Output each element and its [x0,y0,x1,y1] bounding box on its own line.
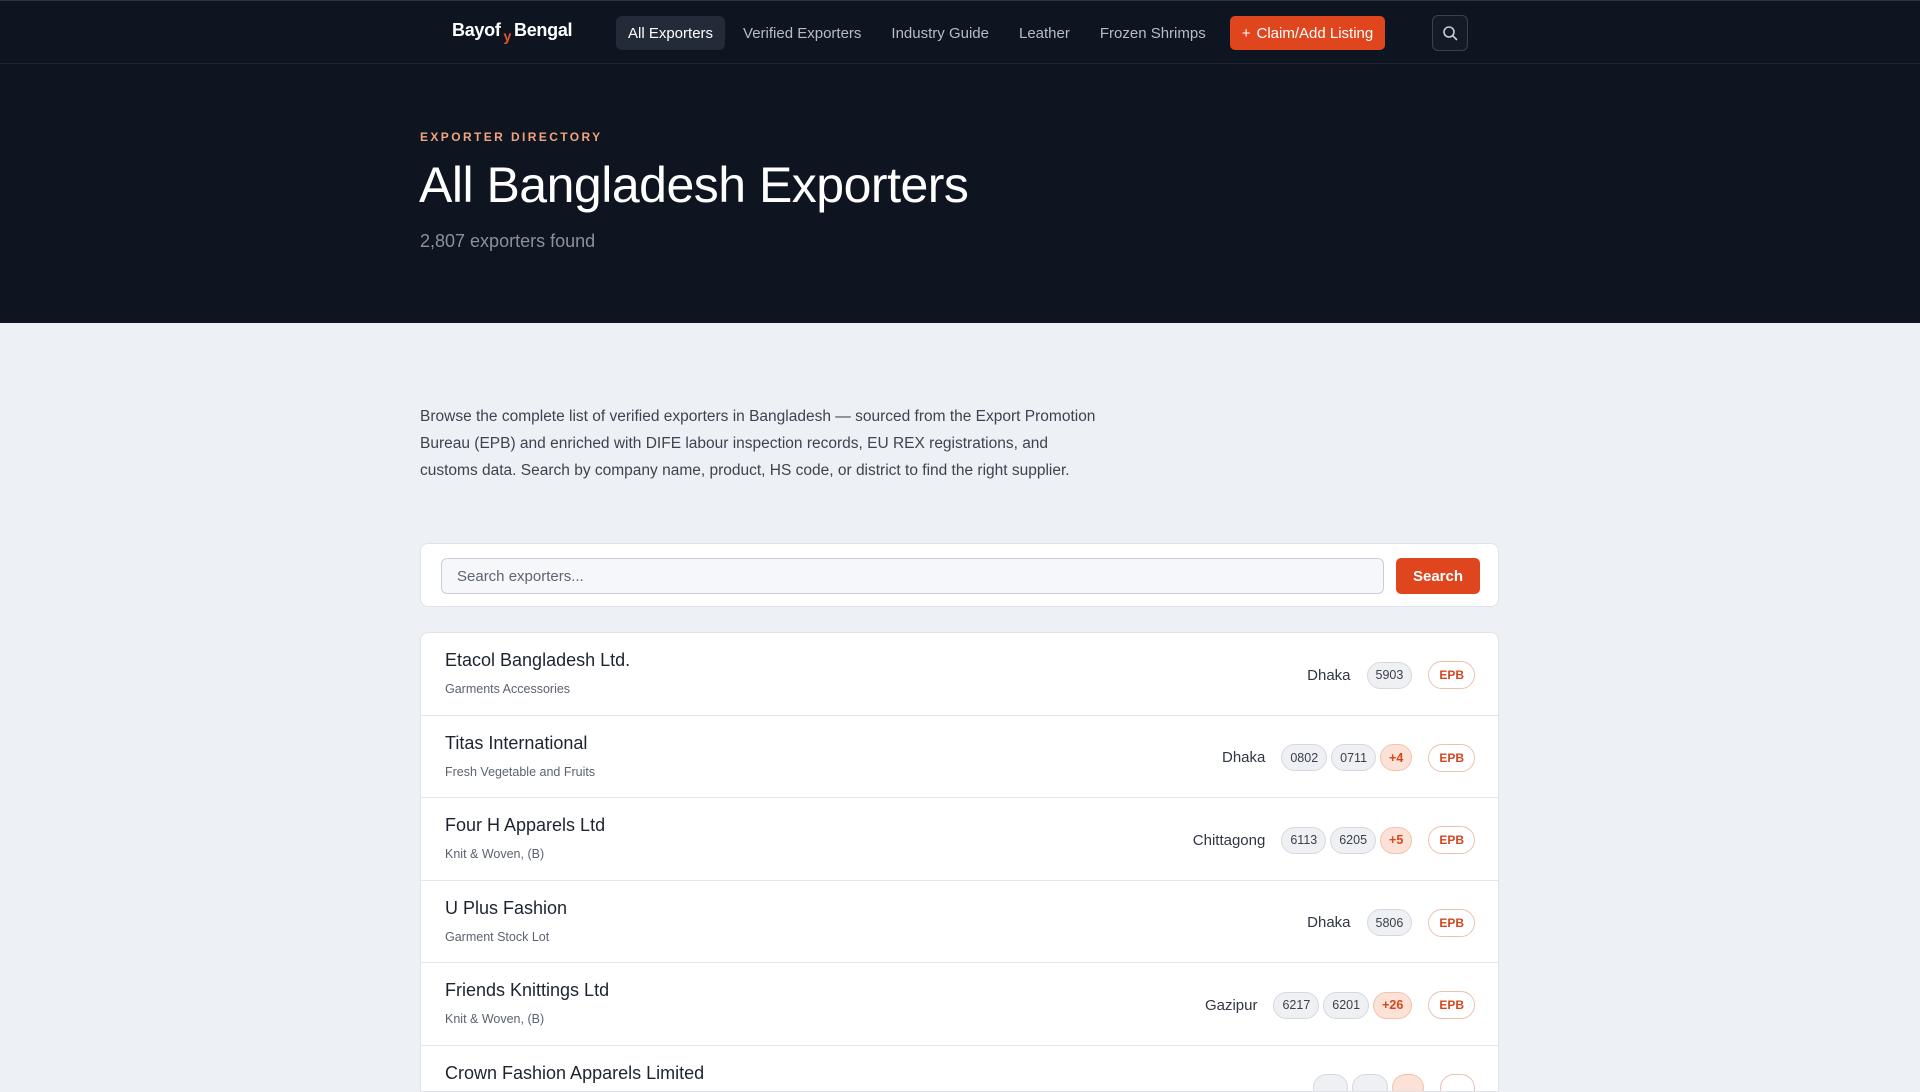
page-title: All Bangladesh Exporters [419,156,968,214]
exporter-district: Chittagong [1193,832,1266,849]
search-card: Search [420,543,1499,607]
exporter-category: Knit & Woven, (B) [445,847,544,861]
exporter-name[interactable]: Crown Fashion Apparels Limited [445,1063,704,1084]
search-button[interactable]: Search [1396,558,1480,594]
exporter-category: Garment Stock Lot [445,930,549,944]
nav-links: All Exporters Verified Exporters Industr… [616,16,1385,50]
exporter-list: Etacol Bangladesh Ltd. Garments Accessor… [420,632,1499,1092]
exporter-district: Dhaka [1307,667,1350,684]
exporter-row[interactable]: Crown Fashion Apparels Limited [421,1046,1498,1092]
source-badge: EPB [1428,909,1475,937]
exporter-meta: Dhaka 0802 0711 +4 EPB [1222,744,1475,772]
search-input[interactable] [441,558,1384,594]
hs-code-badge [1313,1074,1348,1092]
exporter-meta [1313,1074,1475,1092]
hero-eyebrow: EXPORTER DIRECTORY [420,130,603,144]
hs-code-badge: 0711 [1331,744,1376,771]
exporter-row[interactable]: Etacol Bangladesh Ltd. Garments Accessor… [421,633,1498,716]
source-badge: EPB [1428,661,1475,689]
exporter-meta: Dhaka 5903 EPB [1307,661,1475,689]
hs-code-badge: 5806 [1367,909,1413,936]
hs-code-badge: 0802 [1281,744,1327,771]
exporter-meta: Dhaka 5806 EPB [1307,909,1475,937]
exporter-category: Knit & Woven, (B) [445,1012,544,1026]
intro-text: Browse the complete list of verified exp… [420,403,1110,484]
exporter-district: Dhaka [1222,749,1265,766]
nav-link-industry-guide[interactable]: Industry Guide [879,16,1001,50]
exporter-name[interactable]: U Plus Fashion [445,898,567,919]
exporter-name[interactable]: Titas International [445,733,587,754]
hs-code-badge: 6113 [1281,827,1326,854]
exporter-count: 2,807 exporters found [420,231,595,252]
source-badge: EPB [1428,991,1475,1019]
site-logo[interactable]: Bayof y Bengal [452,20,572,46]
nav-link-all-exporters[interactable]: All Exporters [616,16,725,50]
exporter-row[interactable]: Titas International Fresh Vegetable and … [421,716,1498,799]
source-badge: EPB [1428,744,1475,772]
hs-code-badge: 6217 [1273,992,1319,1019]
exporter-name[interactable]: Four H Apparels Ltd [445,815,605,836]
exporter-district: Gazipur [1205,997,1258,1014]
exporter-name[interactable]: Etacol Bangladesh Ltd. [445,650,630,671]
more-hs-codes-badge: +5 [1380,827,1412,854]
plus-icon: + [1242,25,1251,42]
exporter-row[interactable]: Friends Knittings Ltd Knit & Woven, (B) … [421,963,1498,1046]
hs-code-badge [1352,1074,1387,1092]
exporter-meta: Gazipur 6217 6201 +26 EPB [1205,991,1475,1019]
logo-mark: y [504,28,512,44]
search-icon [1442,25,1458,41]
claim-add-listing-label: Claim/Add Listing [1257,25,1374,42]
nav-link-leather[interactable]: Leather [1007,16,1082,50]
exporter-district: Dhaka [1307,914,1350,931]
exporter-name[interactable]: Friends Knittings Ltd [445,980,609,1001]
hs-code-badge: 6201 [1323,992,1369,1019]
source-badge: EPB [1428,826,1475,854]
exporter-meta: Chittagong 6113 6205 +5 EPB [1193,826,1475,854]
exporter-category: Garments Accessories [445,682,570,696]
exporter-category: Fresh Vegetable and Fruits [445,765,595,779]
logo-text-part2: Bengal [514,20,572,41]
exporter-row[interactable]: Four H Apparels Ltd Knit & Woven, (B) Ch… [421,798,1498,881]
hs-code-badge: 5903 [1367,662,1413,689]
hs-code-badge: 6205 [1330,827,1376,854]
top-nav: Bayof y Bengal All Exporters Verified Ex… [0,0,1920,64]
source-badge [1440,1074,1475,1092]
hero: EXPORTER DIRECTORY All Bangladesh Export… [0,64,1920,323]
exporter-row[interactable]: U Plus Fashion Garment Stock Lot Dhaka 5… [421,881,1498,964]
logo-text-part1: Bayof [452,20,501,41]
more-hs-codes-badge: +4 [1380,744,1412,771]
nav-link-frozen-shrimps[interactable]: Frozen Shrimps [1088,16,1218,50]
nav-search-button[interactable] [1432,15,1468,51]
more-hs-codes-badge: +26 [1373,992,1412,1019]
nav-link-verified-exporters[interactable]: Verified Exporters [731,16,873,50]
more-hs-codes-badge [1392,1074,1424,1092]
claim-add-listing-button[interactable]: + Claim/Add Listing [1230,16,1385,50]
